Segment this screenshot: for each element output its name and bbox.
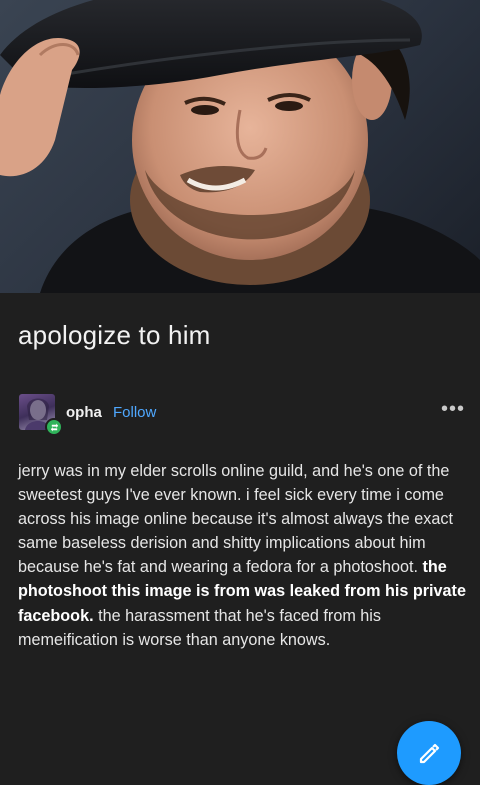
more-dots-icon[interactable]: ••• bbox=[441, 399, 464, 419]
reblog-icon bbox=[45, 418, 63, 436]
post-body: jerry was in my elder scrolls online gui… bbox=[18, 459, 466, 652]
author-username[interactable]: opha bbox=[66, 404, 102, 421]
post-photo[interactable] bbox=[0, 0, 480, 293]
follow-button[interactable]: Follow bbox=[113, 404, 156, 421]
author-avatar[interactable] bbox=[19, 394, 63, 436]
compose-button[interactable] bbox=[397, 721, 461, 785]
post-title: apologize to him bbox=[18, 320, 211, 350]
photo-illustration bbox=[0, 0, 480, 293]
post-body-text: jerry was in my elder scrolls online gui… bbox=[18, 462, 453, 577]
pencil-icon bbox=[419, 743, 440, 764]
